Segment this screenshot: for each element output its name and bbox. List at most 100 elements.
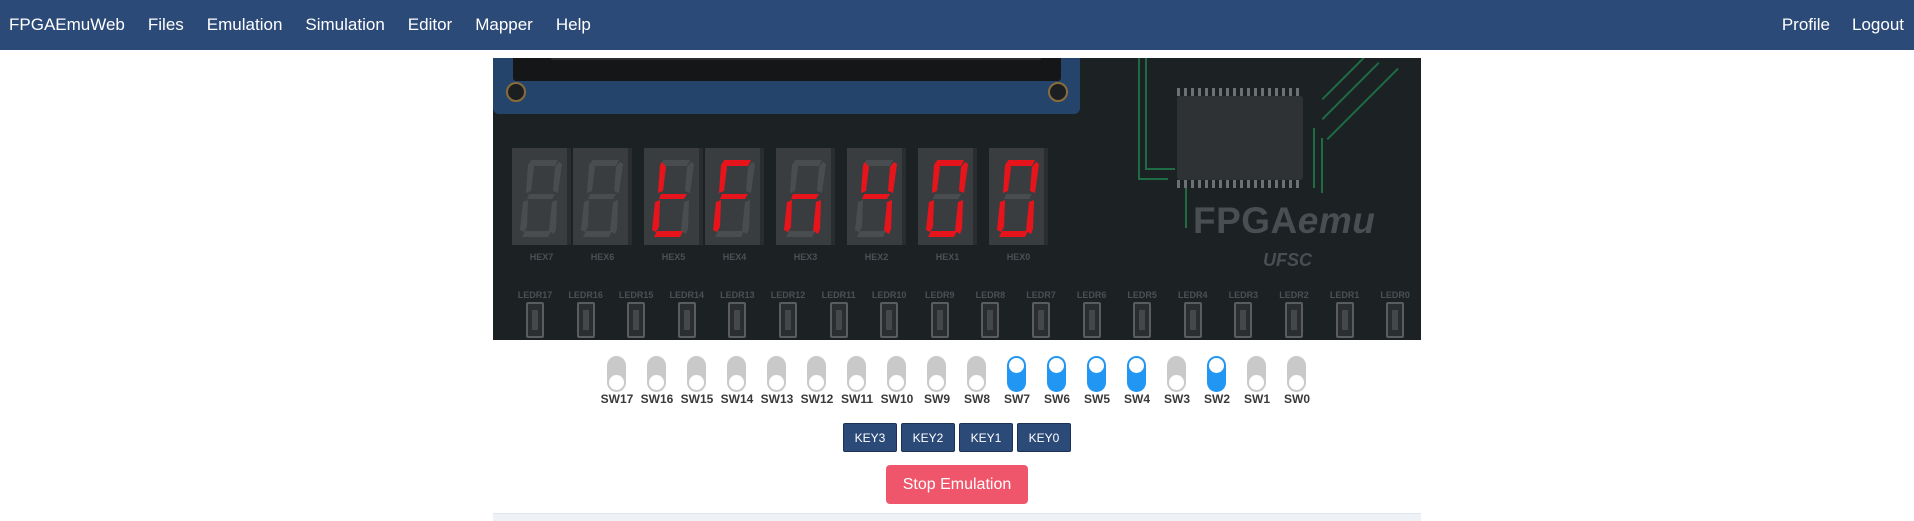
- toggle-switch[interactable]: [1087, 356, 1106, 392]
- logout-link[interactable]: Logout: [1852, 15, 1904, 35]
- segment-a: [590, 160, 619, 166]
- board-logo: FPGAemu: [1193, 200, 1413, 242]
- toggle-switch[interactable]: [1167, 356, 1186, 392]
- toggle-switch[interactable]: [807, 356, 826, 392]
- hex-display: [644, 148, 703, 245]
- toggle-switch[interactable]: [967, 356, 986, 392]
- key3-button[interactable]: KEY3: [843, 423, 897, 452]
- toggle-knob: [1249, 375, 1264, 390]
- key1-button[interactable]: KEY1: [959, 423, 1013, 452]
- toggle-switch[interactable]: [1287, 356, 1306, 392]
- toggle-knob: [1089, 358, 1104, 373]
- segment-c: [1026, 200, 1034, 234]
- segment-a: [864, 160, 893, 166]
- toggle-switch[interactable]: [727, 356, 746, 392]
- toggle-switch[interactable]: [1047, 356, 1066, 392]
- switch-label: SW5: [1083, 392, 1110, 406]
- toggle-switch[interactable]: [607, 356, 626, 392]
- menu-mapper[interactable]: Mapper: [475, 15, 533, 35]
- segment-e: [997, 200, 1005, 232]
- pcb-trace: [1145, 58, 1175, 170]
- hex-display: [705, 148, 764, 245]
- toggle-switch[interactable]: [1247, 356, 1266, 392]
- segment-e: [581, 200, 589, 232]
- led-label: LEDR10: [871, 290, 907, 300]
- led-indicator: [627, 302, 646, 338]
- toggle-switch[interactable]: [767, 356, 786, 392]
- brand-link[interactable]: FPGAEmuWeb: [9, 15, 125, 35]
- toggle-knob: [889, 375, 904, 390]
- lcd-screen: [551, 58, 1041, 60]
- toggle-switch[interactable]: [1007, 356, 1026, 392]
- key2-button[interactable]: KEY2: [901, 423, 955, 452]
- led-indicator: [1335, 302, 1354, 338]
- pcb-trace: [1313, 128, 1317, 188]
- led-indicator: [779, 302, 797, 338]
- switch-label: SW17: [600, 392, 634, 406]
- switch-label: SW7: [1003, 392, 1030, 406]
- toggle-switch[interactable]: [687, 356, 706, 392]
- segment-f: [526, 162, 534, 193]
- toggle-knob: [809, 375, 824, 390]
- toggle-knob: [929, 375, 944, 390]
- segment-c: [955, 200, 963, 234]
- menu-emulation[interactable]: Emulation: [207, 15, 283, 35]
- segment-d: [715, 231, 744, 237]
- toggle-knob: [769, 375, 784, 390]
- switch-label: SW3: [1163, 392, 1190, 406]
- switch-label: SW14: [720, 392, 754, 406]
- segment-f: [1003, 162, 1011, 193]
- menu-help[interactable]: Help: [556, 15, 591, 35]
- led-indicator: [1386, 302, 1405, 338]
- segment-d: [583, 231, 612, 237]
- profile-link[interactable]: Profile: [1782, 15, 1830, 35]
- segment-b: [746, 162, 755, 193]
- led-label: LEDR2: [1279, 290, 1309, 300]
- toggle-switch[interactable]: [647, 356, 666, 392]
- segment-g: [933, 194, 961, 199]
- switch-label: SW13: [760, 392, 794, 406]
- menu-editor[interactable]: Editor: [408, 15, 452, 35]
- segment-a: [793, 160, 822, 166]
- switch-label: SW11: [840, 392, 873, 406]
- mounting-hole-icon: [1048, 82, 1068, 102]
- toggle-switch[interactable]: [1127, 356, 1146, 392]
- toggle-switch[interactable]: [887, 356, 906, 392]
- led-label: LEDR12: [770, 290, 806, 300]
- led-indicator: [526, 302, 544, 338]
- segment-g: [862, 194, 890, 199]
- nav-left: FPGAEmuWeb Files Emulation Simulation Ed…: [9, 15, 614, 35]
- led-indicator: [576, 302, 595, 338]
- menu-simulation[interactable]: Simulation: [305, 15, 384, 35]
- segment-f: [790, 162, 798, 193]
- led-label: LEDR1: [1329, 290, 1360, 300]
- toggle-switch[interactable]: [1207, 356, 1226, 392]
- chip-pins: [1177, 180, 1303, 188]
- segment-a: [661, 160, 690, 166]
- hex-label: HEX6: [590, 252, 615, 262]
- segment-d: [928, 231, 957, 237]
- segment-c: [610, 200, 618, 234]
- nav-right: Profile Logout: [1760, 15, 1904, 35]
- logo-main: FPGA: [1193, 200, 1298, 241]
- led-indicator: [1234, 302, 1253, 338]
- led-label: LEDR0: [1380, 290, 1410, 300]
- toggle-knob: [1209, 358, 1224, 373]
- led-indicator: [981, 302, 1000, 338]
- toggle-switch[interactable]: [847, 356, 866, 392]
- segment-f: [719, 162, 727, 193]
- board-logo-sub: UFSC: [1263, 250, 1312, 270]
- led-indicator: [1032, 302, 1050, 338]
- toggle-knob: [1049, 358, 1064, 373]
- hex-label: HEX7: [529, 252, 554, 262]
- toggle-switch[interactable]: [927, 356, 946, 392]
- segment-c: [742, 200, 750, 234]
- menu-files[interactable]: Files: [148, 15, 184, 35]
- pcb-trace: [1185, 188, 1189, 228]
- led-indicator: [1285, 302, 1303, 338]
- led-indicator: [829, 302, 848, 338]
- led-indicator: [1133, 302, 1152, 338]
- key0-button[interactable]: KEY0: [1017, 423, 1071, 452]
- stop-emulation-button[interactable]: Stop Emulation: [886, 465, 1028, 504]
- toggle-knob: [1129, 358, 1144, 373]
